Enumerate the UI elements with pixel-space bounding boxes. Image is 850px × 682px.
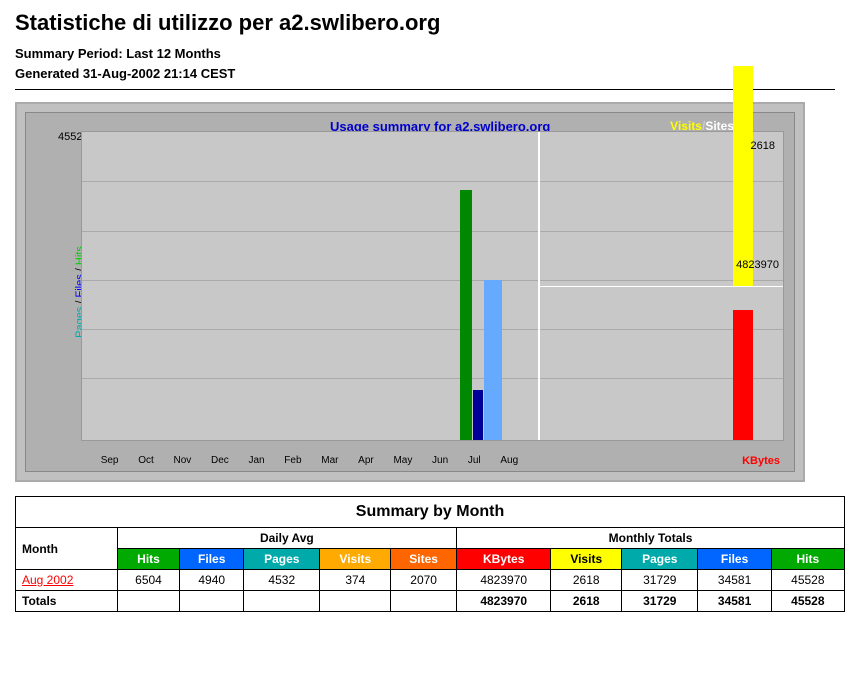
- x-labels-right: KBytes: [538, 455, 784, 467]
- bar-pages: [484, 280, 502, 440]
- td-totals-empty3: [244, 591, 320, 612]
- month-link[interactable]: Aug 2002: [22, 573, 73, 587]
- bar-kbytes: [733, 310, 753, 440]
- th-files2: Files: [698, 549, 771, 570]
- td-totals-empty4: [320, 591, 391, 612]
- bar-group-aug: [460, 190, 502, 440]
- horizontal-divider: [538, 286, 783, 287]
- td-totals-label: Totals: [16, 591, 118, 612]
- x-label-oct: Oct: [138, 455, 154, 467]
- td-totals-kbytes: 4823970: [457, 591, 551, 612]
- td-visits: 374: [320, 570, 391, 591]
- bars-left: [82, 132, 538, 440]
- table-row: Aug 2002 6504 4940 4532 374 2070 4823970…: [16, 570, 845, 591]
- x-label-may: May: [393, 455, 412, 467]
- chart-wrapper: Usage summary for a2.swlibero.org Visits…: [15, 102, 805, 482]
- th-pages: Pages: [244, 549, 320, 570]
- td-files: 4940: [180, 570, 244, 591]
- generated-date: Generated 31-Aug-2002 21:14 CEST: [15, 64, 835, 84]
- th-visits2: Visits: [551, 549, 622, 570]
- page-title: Statistiche di utilizzo per a2.swlibero.…: [15, 10, 835, 36]
- td-month[interactable]: Aug 2002: [16, 570, 118, 591]
- th-month: Month: [16, 528, 118, 570]
- x-label-apr: Apr: [358, 455, 374, 467]
- td-sites: 2070: [391, 570, 457, 591]
- td-hits2: 45528: [771, 570, 844, 591]
- td-totals-visits2: 2618: [551, 591, 622, 612]
- plot-area: 2618 4823970: [81, 131, 784, 441]
- td-totals-empty2: [180, 591, 244, 612]
- th-sites: Sites: [391, 549, 457, 570]
- th-visits: Visits: [320, 549, 391, 570]
- right-y-top: 2618: [751, 140, 775, 152]
- td-kbytes: 4823970: [457, 570, 551, 591]
- totals-row: Totals 4823970 2618 31729 34581 45528: [16, 591, 845, 612]
- x-label-nov: Nov: [173, 455, 191, 467]
- td-totals-hits2: 45528: [771, 591, 844, 612]
- divider: [15, 89, 835, 90]
- bar-files: [473, 390, 483, 440]
- x-axis-labels: Sep Oct Nov Dec Jan Feb Mar Apr May Jun …: [81, 455, 784, 467]
- summary-period: Summary Period: Last 12 Months: [15, 44, 835, 64]
- td-totals-empty5: [391, 591, 457, 612]
- summary-table-section: Summary by Month Month Daily Avg Monthly…: [15, 496, 845, 612]
- x-label-dec: Dec: [211, 455, 229, 467]
- td-files2: 34581: [698, 570, 771, 591]
- th-files: Files: [180, 549, 244, 570]
- bar-visits: [733, 66, 753, 286]
- x-label-jun: Jun: [432, 455, 448, 467]
- th-monthly-totals: Monthly Totals: [457, 528, 845, 549]
- summary-table-title: Summary by Month: [15, 496, 845, 527]
- x-label-mar: Mar: [321, 455, 338, 467]
- td-pages: 4532: [244, 570, 320, 591]
- x-label-sep: Sep: [101, 455, 119, 467]
- td-hits: 6504: [117, 570, 180, 591]
- bar-hits: [460, 190, 472, 440]
- x-labels-left: Sep Oct Nov Dec Jan Feb Mar Apr May Jun …: [81, 455, 538, 467]
- td-totals-files2: 34581: [698, 591, 771, 612]
- td-totals-pages2: 31729: [622, 591, 698, 612]
- th-hits2: Hits: [771, 549, 844, 570]
- x-label-aug: Aug: [500, 455, 518, 467]
- summary-table: Month Daily Avg Monthly Totals Hits File…: [15, 527, 845, 612]
- chart-area: Usage summary for a2.swlibero.org Visits…: [25, 112, 795, 472]
- th-hits: Hits: [117, 549, 180, 570]
- right-y-bottom: 4823970: [736, 259, 779, 271]
- kbytes-label: KBytes: [742, 455, 780, 467]
- th-pages2: Pages: [622, 549, 698, 570]
- td-pages2: 31729: [622, 570, 698, 591]
- x-label-jan: Jan: [248, 455, 264, 467]
- th-daily-avg: Daily Avg: [117, 528, 456, 549]
- th-kbytes: KBytes: [457, 549, 551, 570]
- x-label-jul: Jul: [468, 455, 481, 467]
- x-label-feb: Feb: [284, 455, 301, 467]
- bars-right: [538, 132, 783, 440]
- td-totals-empty1: [117, 591, 180, 612]
- td-visits2: 2618: [551, 570, 622, 591]
